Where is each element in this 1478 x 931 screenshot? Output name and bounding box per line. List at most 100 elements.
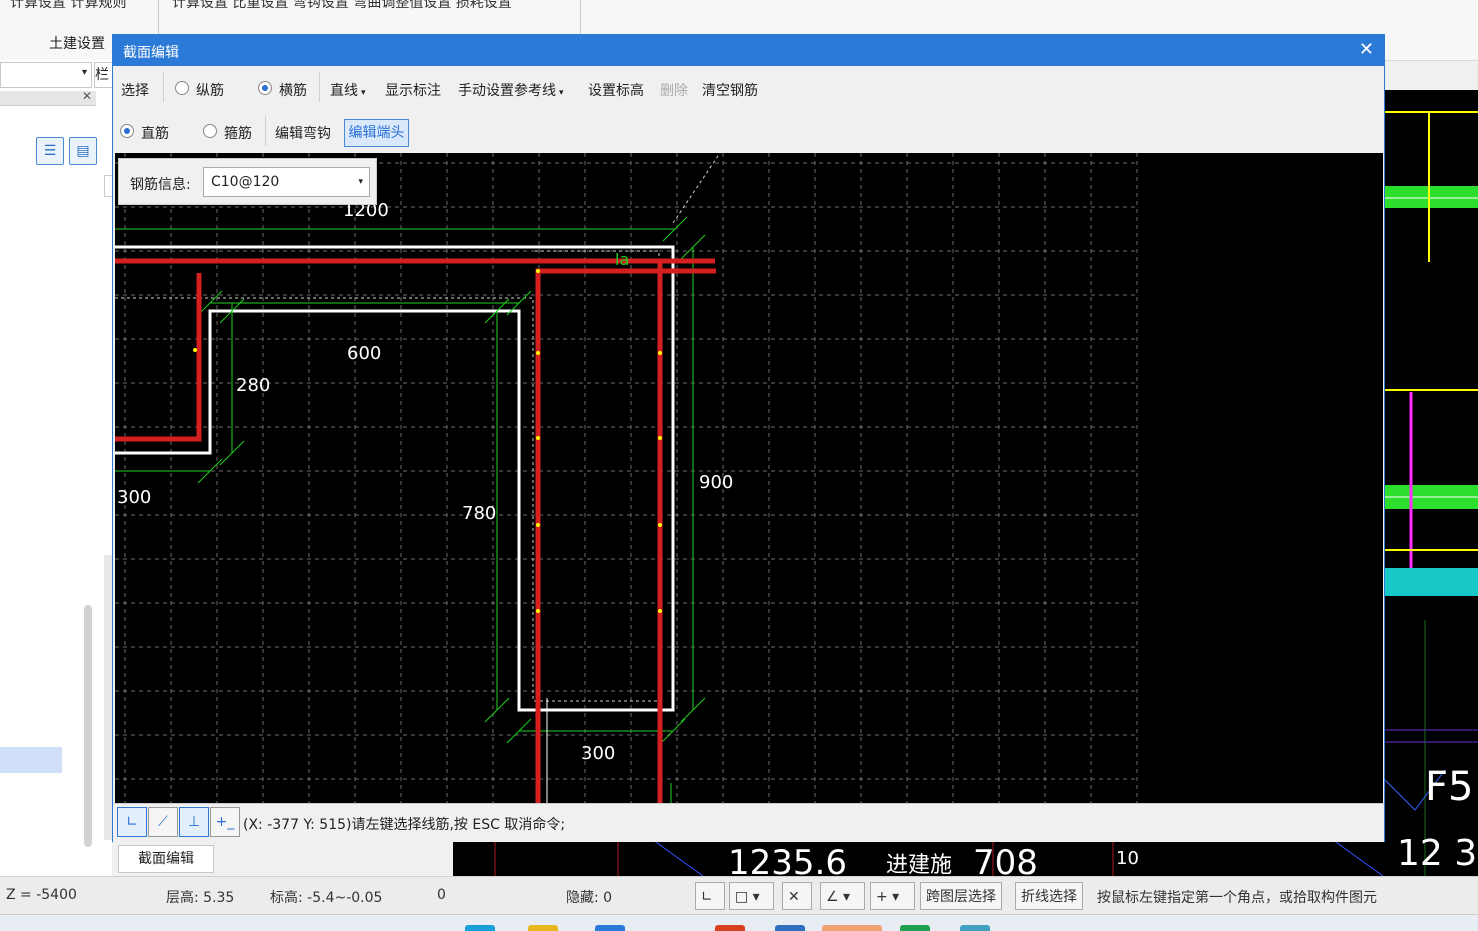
close-icon[interactable]: ✕ <box>82 89 92 103</box>
canvas-number: 1235.6 <box>728 843 847 876</box>
selected-tree-row[interactable] <box>0 747 62 773</box>
radio-longitudinal-label[interactable]: 纵筋 <box>196 80 224 100</box>
taskbar-app-icon[interactable] <box>595 925 625 931</box>
radio-transverse-label[interactable]: 横筋 <box>279 80 307 100</box>
tab-section-edit[interactable]: 截面编辑 <box>118 845 214 873</box>
status-zero: 0 <box>437 887 446 903</box>
canvas-number: 12 3 <box>1397 833 1477 874</box>
canvas-number: 10 <box>1116 848 1139 869</box>
rebar-info-panel: 钢筋信息: C10@120 ▾ <box>118 158 377 205</box>
dimension-label: 600 <box>347 343 381 364</box>
dimension-label: 280 <box>236 375 270 396</box>
clear-rebar-button[interactable]: 清空钢筋 <box>702 80 758 100</box>
cross-icon[interactable]: ✕ <box>782 882 812 910</box>
hidden-count: 隐藏: 0 <box>566 890 613 906</box>
list-view-icon[interactable]: ☰ <box>36 137 64 165</box>
dimension-label: 300 <box>581 743 615 764</box>
radio-transverse[interactable] <box>258 81 272 95</box>
rebar-info-combo[interactable]: C10@120 ▾ <box>203 167 370 197</box>
canvas-letter: F5 <box>1425 764 1473 810</box>
edit-hook-button[interactable]: 编辑弯钩 <box>275 123 331 143</box>
offset-snap-icon[interactable]: +_ <box>210 807 240 837</box>
chevron-down-icon: ▾ <box>559 88 564 98</box>
detail-view-icon[interactable]: ▤ <box>69 137 97 165</box>
rebar-point <box>658 351 662 355</box>
taskbar-app-icon[interactable] <box>715 925 745 931</box>
main-drawing-canvas-bottom[interactable]: 1235.6 进建施 708 10 11 <box>453 840 1385 876</box>
chevron-down-icon: ▾ <box>81 67 87 78</box>
rebar-point <box>658 523 662 527</box>
ribbon-cut-text: 计算设置 比重设置 弯钩设置 弯曲调整值设置 损耗设置 <box>172 0 512 11</box>
dimension-label: 900 <box>699 472 733 493</box>
radio-longitudinal[interactable] <box>175 81 189 95</box>
radio-stirrup[interactable] <box>203 124 217 138</box>
background-drawing-bottom: 1235.6 进建施 708 10 11 <box>453 840 1385 876</box>
taskbar-app-icon[interactable] <box>960 925 990 931</box>
box-select-icon[interactable]: □ ▾ <box>729 882 774 910</box>
panel-splitter[interactable] <box>104 555 112 840</box>
component-combo[interactable]: 栏 <box>94 62 114 88</box>
rebar-point <box>536 269 540 273</box>
dashed-outline <box>672 153 721 224</box>
perpendicular-icon[interactable]: ⊥ <box>179 807 209 837</box>
floor-height: 层高: 5.35 <box>166 890 235 906</box>
panel-header: ✕ <box>0 89 96 106</box>
radio-stirrup-label[interactable]: 箍筋 <box>224 123 252 143</box>
toolbar-separator <box>163 72 164 102</box>
rebar-point <box>536 351 540 355</box>
rebar-point <box>193 348 197 352</box>
manual-reference-label: 手动设置参考线 <box>458 83 556 99</box>
rebar-point <box>536 609 540 613</box>
rebar-info-value: C10@120 <box>211 174 280 190</box>
z-value: Z = -5400 <box>6 887 77 903</box>
close-icon[interactable]: ✕ <box>1359 39 1374 60</box>
chevron-down-icon: ▾ <box>358 177 363 187</box>
floor-combo[interactable]: ▾ <box>0 62 92 88</box>
elevation-range: 标高: -5.4~-0.05 <box>270 890 383 906</box>
ribbon-group-label: 土建设置 <box>49 36 105 52</box>
taskbar-app-icon[interactable] <box>775 925 805 931</box>
toolbar-separator <box>265 116 266 146</box>
select-button[interactable]: 选择 <box>121 80 149 100</box>
ortho-snap-icon[interactable]: ∟ <box>695 882 725 910</box>
canvas-number: 708 <box>973 843 1038 876</box>
taskbar <box>0 914 1478 931</box>
rebar-info-label: 钢筋信息: <box>130 177 191 193</box>
dimension-label: 780 <box>462 503 496 524</box>
section-edit-dialog: 截面编辑 ✕ 选择 纵筋 横筋 直线 ▾ 显示标注 手动设置参考线 ▾ 设置标高 删… <box>112 34 1385 842</box>
main-drawing-canvas-right[interactable]: F5 12 3 <box>1385 90 1478 876</box>
line-dropdown[interactable]: 直线 ▾ <box>330 80 366 100</box>
dialog-titlebar[interactable]: 截面编辑 ✕ <box>113 35 1384 66</box>
angle-icon[interactable]: ∠ ▾ <box>820 882 865 910</box>
set-elevation-button[interactable]: 设置标高 <box>588 80 644 100</box>
status-bar: Z = -5400 层高: 5.35 标高: -5.4~-0.05 0 隐藏: … <box>0 876 1478 915</box>
edit-end-button[interactable]: 编辑端头 <box>344 119 409 147</box>
radio-straight[interactable] <box>120 124 134 138</box>
line-dropdown-label: 直线 <box>330 83 358 99</box>
dialog-title: 截面编辑 <box>123 45 179 61</box>
section-drawing: 1200600280300780900300la <box>115 153 1138 803</box>
diagonal-snap-icon[interactable]: ⟋ <box>148 807 178 837</box>
radio-straight-label[interactable]: 直筋 <box>141 123 169 143</box>
manual-reference-dropdown[interactable]: 手动设置参考线 ▾ <box>458 80 564 100</box>
taskbar-app-icon[interactable] <box>900 925 930 931</box>
delete-button[interactable]: 删除 <box>660 80 688 100</box>
taskbar-app-icon[interactable] <box>465 925 495 931</box>
taskbar-app-icon[interactable] <box>822 925 882 931</box>
ortho-icon[interactable]: ∟ <box>117 807 147 837</box>
rebar-point <box>536 523 540 527</box>
show-dimension-button[interactable]: 显示标注 <box>385 80 441 100</box>
rebar-point <box>536 436 540 440</box>
toolbar-separator <box>319 72 320 102</box>
status-hint: 按鼠标左键指定第一个角点，或拾取构件图元 <box>1097 890 1377 906</box>
rebar-point <box>658 436 662 440</box>
command-bar: ∟ ⟋ ⊥ +_ (X: -377 Y: 515)请左键选择线筋,按 ESC 取… <box>113 803 1384 842</box>
polyline-select-button[interactable]: 折线选择 <box>1015 882 1083 910</box>
taskbar-app-icon[interactable] <box>528 925 558 931</box>
cross-layer-select-button[interactable]: 跨图层选择 <box>920 882 1002 910</box>
offset-icon[interactable]: + ▾ <box>870 882 915 910</box>
ribbon-cut-text: 计算设置 计算规则 <box>10 0 127 11</box>
ribbon-separator <box>158 0 159 36</box>
vertical-scrollbar[interactable] <box>84 605 92 847</box>
section-canvas[interactable]: 1200 600 280 300 780 900 300 la <box>115 153 1383 803</box>
